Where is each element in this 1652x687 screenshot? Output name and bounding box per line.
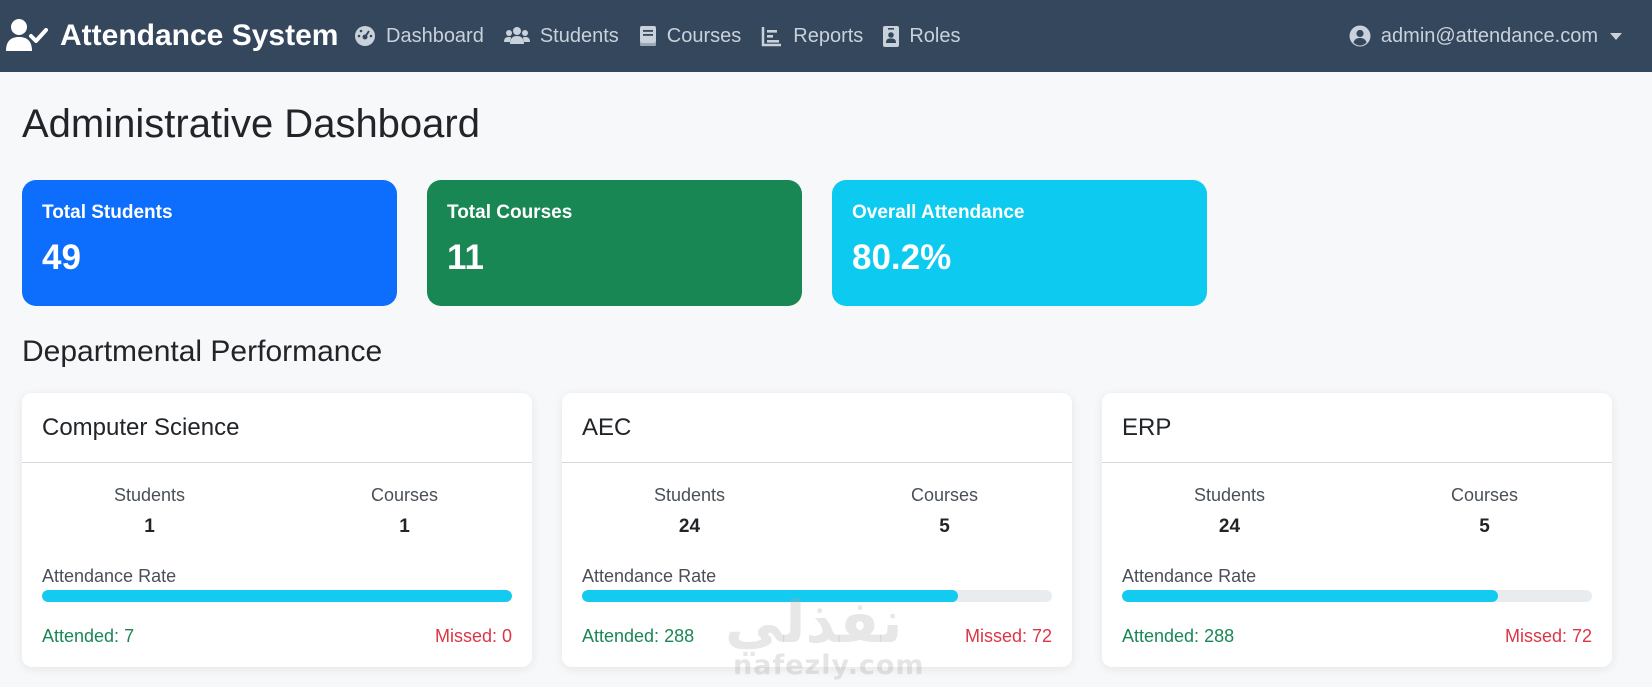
nav-links: Dashboard Students Courses Reports Roles — [354, 0, 980, 72]
missed-count: Missed: 72 — [964, 626, 1052, 646]
dept-card-computer-science: Computer Science Students 1 Courses 1 At… — [22, 393, 532, 667]
nav-courses-label: Courses — [666, 24, 742, 47]
dept-courses-value: 5 — [1479, 516, 1490, 537]
dept-students-value: 24 — [1218, 516, 1241, 537]
attendance-rate-label: Attendance Rate — [582, 566, 717, 586]
attended-count: Attended: 288 — [582, 626, 695, 646]
dept-students: Students 1 — [22, 485, 277, 538]
dept-name: Computer Science — [22, 393, 532, 463]
attended-count: Attended: 288 — [1122, 626, 1235, 646]
book-icon — [639, 25, 657, 47]
dept-students-label: Students — [1193, 485, 1266, 505]
id-badge-icon — [883, 25, 900, 47]
dept-courses: Courses 1 — [277, 485, 532, 538]
dept-students-value: 24 — [678, 516, 701, 537]
attendance-progress-fill — [42, 590, 512, 602]
dashboard-icon — [354, 25, 376, 47]
nav-dashboard-label: Dashboard — [386, 24, 484, 47]
attendance-progress-bar — [1122, 590, 1592, 602]
dept-courses-value: 5 — [939, 516, 950, 537]
nav-students[interactable]: Students — [503, 24, 619, 48]
user-check-icon — [6, 18, 48, 54]
stat-card-overall-attendance: Overall Attendance 80.2% — [832, 180, 1207, 306]
stat-value: 11 — [447, 238, 484, 277]
dept-courses-label: Courses — [370, 485, 439, 505]
missed-count: Missed: 72 — [1504, 626, 1592, 646]
attendance-rate-label: Attendance Rate — [1122, 566, 1257, 586]
dept-students-label: Students — [653, 485, 726, 505]
nav-courses[interactable]: Courses — [639, 25, 741, 48]
dept-name: ERP — [1102, 393, 1612, 463]
dept-card-erp: ERP Students 24 Courses 5 Attendance Rat… — [1102, 393, 1612, 667]
caret-down-icon — [1610, 32, 1622, 40]
user-email: admin@attendance.com — [1380, 24, 1598, 47]
attendance-rate-label: Attendance Rate — [42, 566, 177, 586]
missed-count: Missed: 0 — [434, 626, 512, 646]
watermark-logo: نفذلي — [725, 588, 903, 656]
dept-students-value: 1 — [144, 516, 155, 537]
nav-students-label: Students — [539, 24, 619, 47]
section-title: Departmental Performance — [22, 335, 383, 368]
attended-count: Attended: 7 — [42, 626, 135, 646]
stat-label: Total Students — [42, 202, 173, 223]
dept-courses: Courses 5 — [1357, 485, 1612, 538]
dept-students: Students 24 — [1102, 485, 1357, 538]
dept-courses-value: 1 — [399, 516, 410, 537]
dept-stats: Students 24 Courses 5 — [562, 485, 1072, 538]
stat-card-total-students: Total Students 49 — [22, 180, 397, 306]
dept-name: AEC — [562, 393, 1072, 463]
bar-chart-icon — [761, 25, 783, 47]
brand[interactable]: Attendance System — [6, 0, 338, 72]
dept-courses: Courses 5 — [817, 485, 1072, 538]
nav-reports-label: Reports — [793, 24, 864, 47]
page-title: Administrative Dashboard — [22, 102, 480, 146]
dept-courses-label: Courses — [910, 485, 979, 505]
nav-dashboard[interactable]: Dashboard — [354, 25, 484, 48]
dept-students-label: Students — [113, 485, 186, 505]
attendance-progress-fill — [1122, 590, 1498, 602]
watermark-text: nafezly.com — [733, 650, 925, 681]
dept-courses-label: Courses — [1450, 485, 1519, 505]
nav-roles-label: Roles — [909, 24, 961, 47]
stat-label: Total Courses — [447, 202, 573, 223]
stat-value: 49 — [42, 238, 81, 277]
user-circle-icon — [1349, 25, 1371, 47]
users-icon — [503, 25, 530, 47]
dept-stats: Students 24 Courses 5 — [1102, 485, 1612, 538]
nav-roles[interactable]: Roles — [883, 25, 960, 48]
dept-stats: Students 1 Courses 1 — [22, 485, 532, 538]
nav-reports[interactable]: Reports — [761, 25, 863, 48]
top-navbar: Attendance System Dashboard Students Cou… — [0, 0, 1652, 72]
stat-card-total-courses: Total Courses 11 — [427, 180, 802, 306]
dept-students: Students 24 — [562, 485, 817, 538]
stat-label: Overall Attendance — [852, 202, 1025, 223]
stat-value: 80.2% — [852, 238, 952, 277]
brand-title: Attendance System — [60, 19, 339, 52]
user-dropdown[interactable]: admin@attendance.com — [1349, 0, 1622, 72]
attendance-progress-bar — [42, 590, 512, 602]
